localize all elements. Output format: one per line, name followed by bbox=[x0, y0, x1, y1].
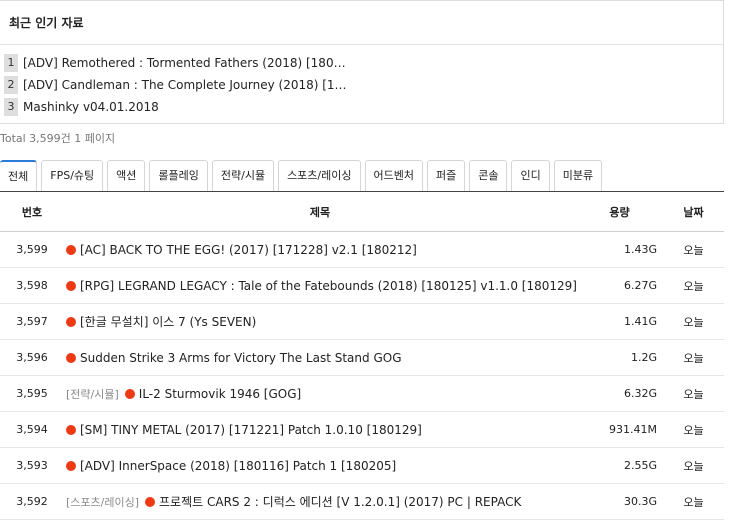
row-title-link[interactable]: [AC] BACK TO THE EGG! (2017) [171228] v2… bbox=[80, 243, 417, 257]
row-date: 오늘 bbox=[663, 447, 724, 484]
row-size: 931.41M bbox=[576, 411, 663, 448]
row-title-cell: [RPG] LEGRAND LEGACY : Tale of the Fateb… bbox=[64, 267, 576, 304]
row-number: 3,594 bbox=[0, 411, 64, 448]
row-size: 1.43G bbox=[576, 231, 663, 268]
total-count: Total 3,599건 1 페이지 bbox=[0, 132, 116, 145]
popular-item[interactable]: 1 [ADV] Remothered : Tormented Fathers (… bbox=[4, 52, 723, 74]
row-date: 오늘 bbox=[663, 375, 724, 412]
row-title-link[interactable]: [SM] TINY METAL (2017) [171221] Patch 1.… bbox=[80, 423, 422, 437]
new-dot-icon bbox=[66, 244, 76, 255]
row-title-cell: [AC] BACK TO THE EGG! (2017) [171228] v2… bbox=[64, 231, 576, 268]
new-dot-icon bbox=[66, 424, 76, 435]
row-number: 3,596 bbox=[0, 339, 64, 376]
col-number-header[interactable]: 번호 bbox=[0, 191, 64, 232]
row-date: 오늘 bbox=[663, 411, 724, 448]
row-title-cell: [전략/시뮬] IL-2 Sturmovik 1946 [GOG] bbox=[64, 375, 576, 412]
category-label[interactable]: [스포츠/레이싱] bbox=[66, 496, 139, 509]
table-header-row: 번호 제목 용량 날짜 bbox=[0, 191, 724, 232]
row-date: 오늘 bbox=[663, 303, 724, 340]
row-title-link[interactable]: [RPG] LEGRAND LEGACY : Tale of the Fateb… bbox=[80, 279, 576, 293]
tab-indie[interactable]: 인디 bbox=[511, 160, 550, 191]
table-row[interactable]: 3,594 [SM] TINY METAL (2017) [171221] Pa… bbox=[0, 411, 724, 448]
table-row[interactable]: 3,596 Sudden Strike 3 Arms for Victory T… bbox=[0, 339, 724, 376]
tab-all[interactable]: 전체 bbox=[0, 160, 38, 191]
col-date-header[interactable]: 날짜 bbox=[663, 191, 724, 232]
popular-list: 1 [ADV] Remothered : Tormented Fathers (… bbox=[0, 45, 723, 118]
rank-badge: 3 bbox=[4, 98, 18, 116]
row-size: 6.27G bbox=[576, 267, 663, 304]
tab-fps-shooting[interactable]: FPS/슈팅 bbox=[41, 160, 104, 191]
tab-adventure[interactable]: 어드벤처 bbox=[364, 160, 423, 191]
popular-item-link[interactable]: [ADV] Candleman : The Complete Journey (… bbox=[23, 74, 347, 96]
col-title-header[interactable]: 제목 bbox=[64, 191, 576, 232]
new-dot-icon bbox=[66, 352, 76, 363]
tab-strategy-sim[interactable]: 전략/시뮬 bbox=[211, 160, 275, 191]
row-number: 3,595 bbox=[0, 375, 64, 412]
row-title-cell: [한글 무설치] 이스 7 (Ys SEVEN) bbox=[64, 303, 576, 340]
row-number: 3,592 bbox=[0, 483, 64, 520]
tab-puzzle[interactable]: 퍼즐 bbox=[426, 160, 466, 191]
row-number: 3,593 bbox=[0, 447, 64, 484]
table-row[interactable]: 3,599 [AC] BACK TO THE EGG! (2017) [1712… bbox=[0, 231, 724, 268]
row-date: 오늘 bbox=[663, 483, 724, 520]
new-dot-icon bbox=[66, 460, 76, 471]
row-number: 3,597 bbox=[0, 303, 64, 340]
table-row[interactable]: 3,592 [스포츠/레이싱] 프로젝트 CARS 2 : 디럭스 에디션 [V … bbox=[0, 483, 724, 520]
rank-badge: 2 bbox=[4, 76, 18, 94]
row-size: 1.41G bbox=[576, 303, 663, 340]
row-title-link[interactable]: [ADV] InnerSpace (2018) [180116] Patch 1… bbox=[80, 459, 396, 473]
category-tabs: 전체 FPS/슈팅 액션 롤플레잉 전략/시뮬 스포츠/레이싱 어드벤처 퍼즐 … bbox=[0, 160, 606, 191]
popular-item[interactable]: 3 Mashinky v04.01.2018 bbox=[4, 96, 723, 118]
row-title-cell: Sudden Strike 3 Arms for Victory The Las… bbox=[64, 339, 576, 376]
tab-uncategorized[interactable]: 미분류 bbox=[553, 160, 603, 191]
tab-sports-racing[interactable]: 스포츠/레이싱 bbox=[278, 160, 361, 191]
new-dot-icon bbox=[145, 497, 156, 507]
popular-item-link[interactable]: Mashinky v04.01.2018 bbox=[23, 96, 159, 118]
row-date: 오늘 bbox=[663, 267, 724, 304]
table-row[interactable]: 3,595 [전략/시뮬] IL-2 Sturmovik 1946 [GOG] 6… bbox=[0, 375, 724, 412]
row-number: 3,598 bbox=[0, 267, 64, 304]
row-size: 1.2G bbox=[576, 339, 663, 376]
new-dot-icon bbox=[124, 388, 135, 399]
category-label[interactable]: [전략/시뮬] bbox=[66, 388, 119, 401]
popular-box: 최근 인기 자료 1 [ADV] Remothered : Tormented … bbox=[0, 0, 724, 124]
new-dot-icon bbox=[66, 280, 76, 291]
table-row[interactable]: 3,597 [한글 무설치] 이스 7 (Ys SEVEN) 1.41G 오늘 bbox=[0, 303, 724, 340]
popular-item-link[interactable]: [ADV] Remothered : Tormented Fathers (20… bbox=[23, 52, 346, 74]
row-date: 오늘 bbox=[663, 231, 724, 268]
row-date: 오늘 bbox=[663, 339, 724, 376]
row-number: 3,599 bbox=[0, 231, 64, 268]
tab-rpg[interactable]: 롤플레잉 bbox=[149, 160, 208, 191]
row-size: 6.32G bbox=[576, 375, 663, 412]
col-size-header[interactable]: 용량 bbox=[576, 191, 663, 232]
table-row[interactable]: 3,593 [ADV] InnerSpace (2018) [180116] P… bbox=[0, 447, 724, 484]
post-table: 번호 제목 용량 날짜 3,599 [AC] BACK TO THE EGG! … bbox=[0, 191, 724, 520]
row-title-link[interactable]: Sudden Strike 3 Arms for Victory The Las… bbox=[80, 351, 402, 365]
tab-action[interactable]: 액션 bbox=[107, 160, 146, 191]
row-size: 30.3G bbox=[576, 483, 663, 520]
new-dot-icon bbox=[66, 317, 76, 327]
row-title-cell: [SM] TINY METAL (2017) [171221] Patch 1.… bbox=[64, 411, 576, 448]
table-row[interactable]: 3,598 [RPG] LEGRAND LEGACY : Tale of the… bbox=[0, 267, 724, 304]
tab-console[interactable]: 콘솔 bbox=[469, 160, 508, 191]
row-title-link[interactable]: 프로젝트 CARS 2 : 디럭스 에디션 [V 1.2.0.1] (2017)… bbox=[159, 495, 521, 509]
row-title-cell: [ADV] InnerSpace (2018) [180116] Patch 1… bbox=[64, 447, 576, 484]
popular-item[interactable]: 2 [ADV] Candleman : The Complete Journey… bbox=[4, 74, 723, 96]
row-title-link[interactable]: [한글 무설치] 이스 7 (Ys SEVEN) bbox=[80, 315, 256, 329]
rank-badge: 1 bbox=[4, 54, 18, 72]
popular-heading: 최근 인기 자료 bbox=[0, 1, 723, 45]
row-title-cell: [스포츠/레이싱] 프로젝트 CARS 2 : 디럭스 에디션 [V 1.2.0.… bbox=[64, 483, 576, 520]
row-size: 2.55G bbox=[576, 447, 663, 484]
row-title-link[interactable]: IL-2 Sturmovik 1946 [GOG] bbox=[139, 387, 301, 401]
